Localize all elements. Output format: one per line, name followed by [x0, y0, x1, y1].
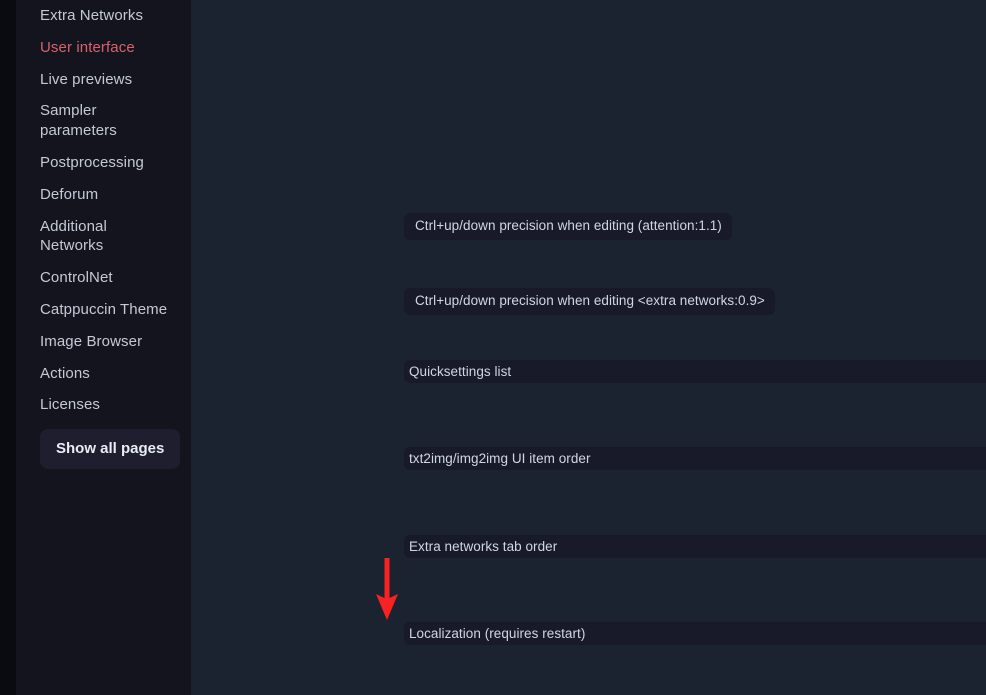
show-all-pages-button[interactable]: Show all pages	[40, 429, 181, 470]
settings-sidebar: Extra Networks User interface Live previ…	[16, 0, 191, 695]
setting-row-ctrl-precision-attention: Ctrl+up/down precision when editing (att…	[404, 213, 986, 240]
left-gutter	[0, 0, 16, 695]
setting-row-extra-networks-tab-order: Extra networks tab order	[404, 535, 986, 558]
setting-label-quicksettings-list: Quicksettings list	[409, 363, 512, 379]
sidebar-item-live-previews[interactable]: Live previews	[16, 64, 191, 96]
sidebar-item-additional-networks[interactable]: Additional Networks	[16, 211, 146, 263]
setting-label-localization: Localization (requires restart)	[409, 625, 586, 641]
setting-label-extra-networks-tab-order: Extra networks tab order	[409, 538, 558, 554]
sidebar-item-controlnet[interactable]: ControlNet	[16, 262, 191, 294]
show-all-pages-container: Show all pages	[16, 421, 191, 470]
setting-label-ctrl-precision-attention: Ctrl+up/down precision when editing (att…	[404, 213, 732, 240]
settings-main-panel: Ctrl+up/down precision when editing (att…	[191, 0, 986, 695]
sidebar-item-actions[interactable]: Actions	[16, 358, 191, 390]
setting-row-localization: Localization (requires restart)	[404, 622, 986, 645]
settings-window: Extra Networks User interface Live previ…	[0, 0, 986, 695]
sidebar-item-postprocessing[interactable]: Postprocessing	[16, 147, 191, 179]
setting-label-ui-item-order: txt2img/img2img UI item order	[409, 450, 591, 466]
setting-row-ctrl-precision-extra-networks: Ctrl+up/down precision when editing <ext…	[404, 288, 986, 315]
sidebar-item-catppuccin-theme[interactable]: Catppuccin Theme	[16, 294, 191, 326]
sidebar-item-image-browser[interactable]: Image Browser	[16, 326, 191, 358]
setting-row-quicksettings-list: Quicksettings list	[404, 360, 986, 383]
sidebar-item-user-interface[interactable]: User interface	[16, 32, 191, 64]
setting-label-ctrl-precision-extra-networks: Ctrl+up/down precision when editing <ext…	[404, 288, 775, 315]
sidebar-item-licenses[interactable]: Licenses	[16, 389, 191, 421]
setting-row-ui-item-order: txt2img/img2img UI item order	[404, 447, 986, 470]
sidebar-nav-list: Extra Networks User interface Live previ…	[16, 0, 191, 421]
sidebar-item-deforum[interactable]: Deforum	[16, 179, 191, 211]
sidebar-item-extra-networks[interactable]: Extra Networks	[16, 0, 191, 32]
sidebar-item-sampler-parameters[interactable]: Sampler parameters	[16, 95, 146, 147]
